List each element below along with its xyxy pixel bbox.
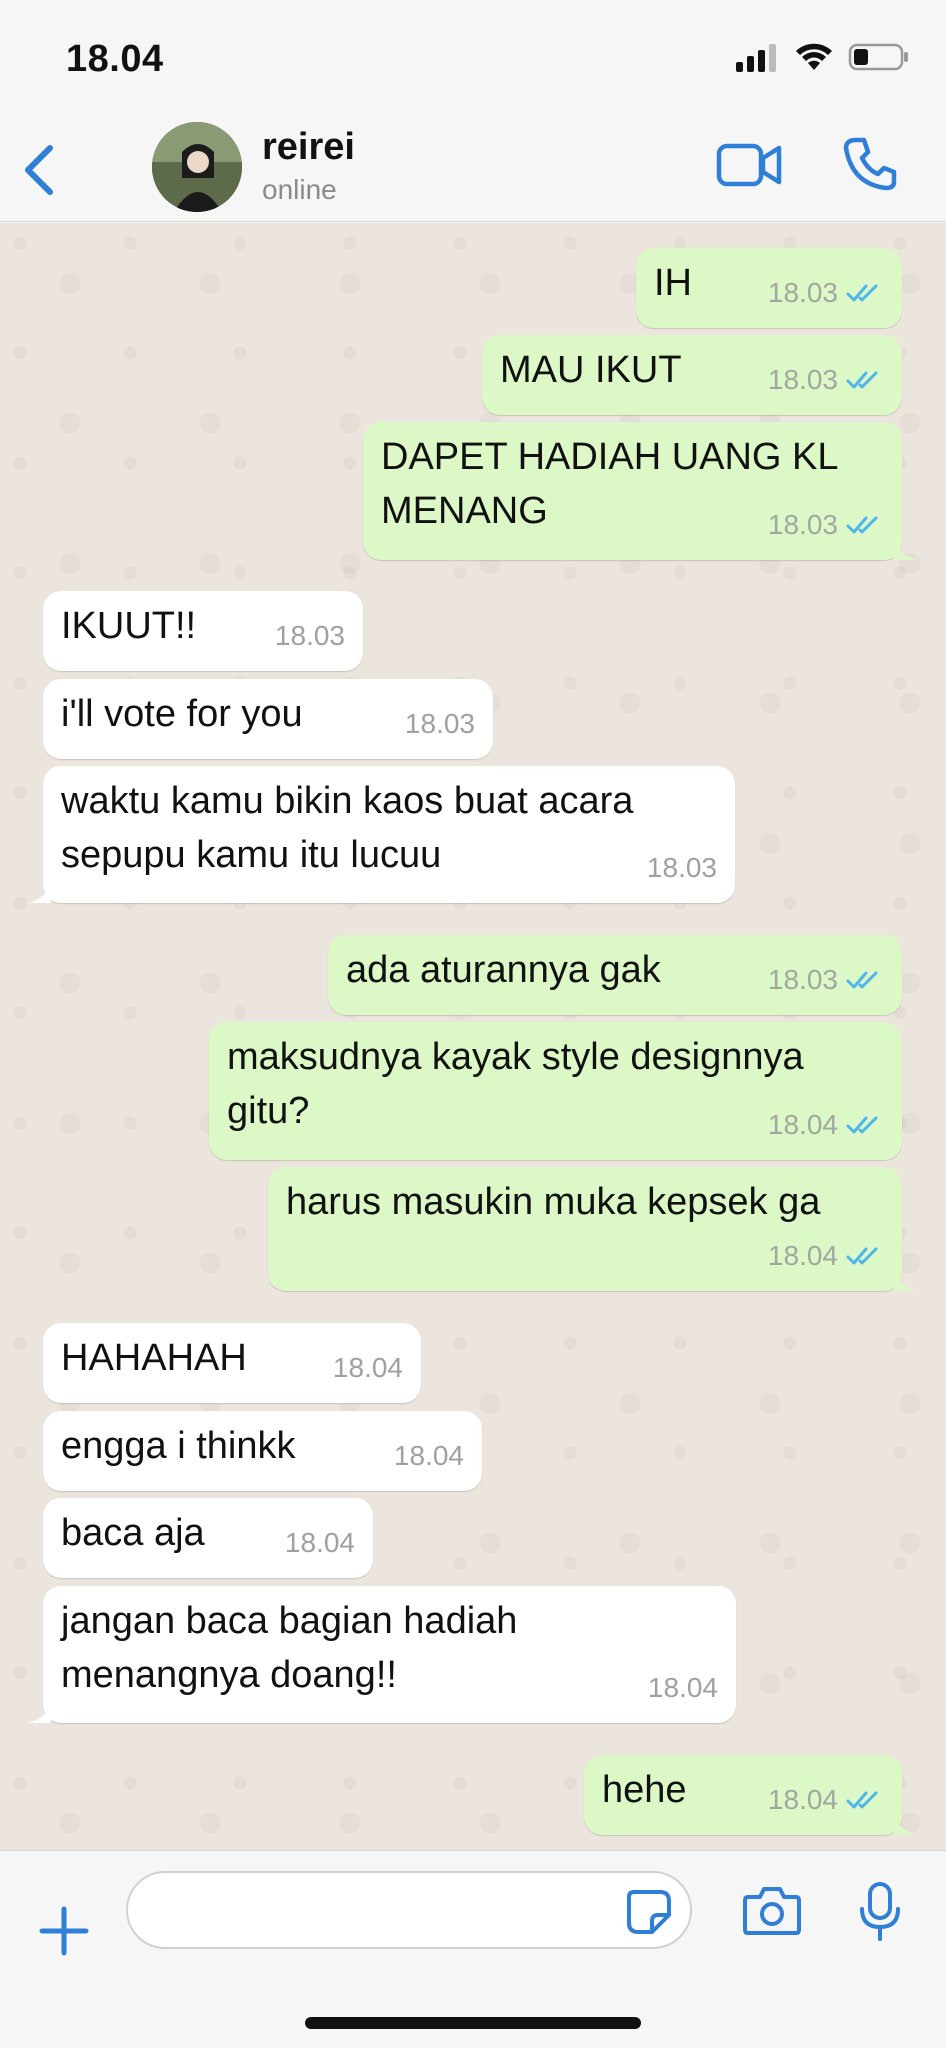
message-time: 18.03 bbox=[767, 509, 838, 540]
message-bubble-outgoing[interactable]: MAU IKUT 18.03 bbox=[482, 335, 902, 415]
message-meta: 18.04 bbox=[394, 1429, 464, 1483]
message-time: 18.03 bbox=[767, 364, 838, 395]
message-meta: 18.03 bbox=[405, 697, 475, 751]
bubble-tail bbox=[894, 1813, 918, 1835]
avatar[interactable] bbox=[152, 122, 242, 212]
message-bubble-outgoing[interactable]: hehe 18.04 bbox=[584, 1755, 918, 1835]
message-time: 18.03 bbox=[767, 277, 838, 308]
bubble-tail bbox=[894, 1269, 918, 1291]
chat-area[interactable]: IH 18.03 MAU IKUT 18.03 DAPET HADIAH UAN… bbox=[0, 223, 946, 1850]
message-bubble-incoming[interactable]: engga i thinkk 18.04 bbox=[43, 1411, 482, 1491]
chat-header: reirei online bbox=[0, 118, 946, 222]
message-bubble-outgoing[interactable]: ada aturannya gak 18.03 bbox=[328, 935, 902, 1015]
bubble-tail bbox=[894, 538, 918, 560]
message-time: 18.04 bbox=[393, 1440, 464, 1471]
message-bubble-outgoing[interactable]: IH 18.03 bbox=[636, 248, 902, 328]
bubble-tail bbox=[27, 1701, 51, 1723]
status-bar: 18.04 bbox=[0, 0, 946, 118]
message-time: 18.03 bbox=[646, 852, 717, 883]
message-bubble-incoming[interactable]: jangan baca bagian hadiah menangnya doan… bbox=[27, 1586, 736, 1723]
voice-call-button[interactable] bbox=[842, 136, 898, 192]
status-time: 18.04 bbox=[66, 38, 164, 80]
message-meta: 18.04 bbox=[648, 1661, 718, 1715]
message-time: 18.04 bbox=[647, 1672, 718, 1703]
read-receipt-icon bbox=[846, 284, 878, 302]
home-indicator bbox=[305, 2017, 641, 2029]
read-receipt-icon bbox=[846, 971, 878, 989]
message-bubble-outgoing[interactable]: maksudnya kayak style designnya gitu? 18… bbox=[209, 1022, 902, 1160]
contact-name[interactable]: reirei bbox=[262, 126, 355, 169]
message-meta: 18.03 bbox=[768, 353, 884, 407]
input-bar bbox=[0, 1850, 946, 2048]
battery-icon bbox=[848, 43, 908, 71]
read-receipt-icon bbox=[846, 371, 878, 389]
message-meta: 18.03 bbox=[768, 266, 884, 320]
message-bubble-incoming[interactable]: i'll vote for you 18.03 bbox=[43, 679, 493, 759]
message-meta: 18.03 bbox=[647, 841, 717, 895]
message-input[interactable] bbox=[126, 1871, 692, 1949]
read-receipt-icon bbox=[846, 1247, 878, 1265]
camera-button[interactable] bbox=[742, 1885, 802, 1937]
message-text: waktu kamu bikin kaos buat acara sepupu … bbox=[61, 780, 644, 876]
message-bubble-incoming[interactable]: waktu kamu bikin kaos buat acara sepupu … bbox=[27, 766, 735, 903]
message-time: 18.04 bbox=[284, 1527, 355, 1558]
avatar-image bbox=[152, 122, 242, 212]
message-time: 18.03 bbox=[404, 708, 475, 739]
message-meta: 18.03 bbox=[768, 498, 884, 552]
message-time: 18.04 bbox=[767, 1784, 838, 1815]
message-bubble-incoming[interactable]: baca aja 18.04 bbox=[43, 1498, 373, 1578]
message-meta: 18.03 bbox=[768, 953, 884, 1007]
message-meta: 18.04 bbox=[333, 1341, 403, 1395]
message-meta: 18.04 bbox=[768, 1229, 884, 1283]
read-receipt-icon bbox=[846, 1116, 878, 1134]
contact-status: online bbox=[262, 174, 337, 205]
microphone-button[interactable] bbox=[858, 1881, 902, 1943]
signal-icon bbox=[736, 44, 776, 72]
message-meta: 18.04 bbox=[285, 1516, 355, 1570]
read-receipt-icon bbox=[846, 516, 878, 534]
status-icons bbox=[734, 42, 910, 72]
message-text: jangan baca bagian hadiah menangnya doan… bbox=[61, 1600, 528, 1696]
video-call-button[interactable] bbox=[716, 138, 782, 192]
read-receipt-icon bbox=[846, 1791, 878, 1809]
message-time: 18.03 bbox=[767, 964, 838, 995]
wifi-icon bbox=[796, 43, 832, 70]
message-bubble-outgoing[interactable]: harus masukin muka kepsek ga 18.04 bbox=[268, 1167, 918, 1291]
message-time: 18.03 bbox=[274, 620, 345, 651]
message-bubble-incoming[interactable]: HAHAHAH 18.04 bbox=[43, 1323, 421, 1403]
message-bubble-outgoing[interactable]: DAPET HADIAH UANG KL MENANG 18.03 bbox=[363, 422, 918, 560]
message-meta: 18.04 bbox=[768, 1773, 884, 1827]
message-time: 18.04 bbox=[767, 1109, 838, 1140]
sticker-icon[interactable] bbox=[626, 1889, 672, 1935]
message-meta: 18.04 bbox=[768, 1098, 884, 1152]
message-time: 18.04 bbox=[767, 1240, 838, 1271]
back-button[interactable] bbox=[18, 140, 62, 200]
message-meta: 18.03 bbox=[275, 609, 345, 663]
message-text: harus masukin muka kepsek ga bbox=[286, 1181, 821, 1223]
attach-plus-button[interactable] bbox=[38, 1905, 90, 1957]
message-bubble-incoming[interactable]: IKUUT!! 18.03 bbox=[43, 591, 363, 671]
bubble-tail bbox=[27, 881, 51, 903]
message-time: 18.04 bbox=[332, 1352, 403, 1383]
